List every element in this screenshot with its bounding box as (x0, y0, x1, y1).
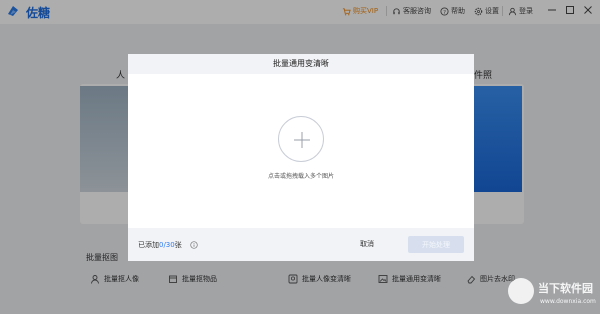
added-prefix: 已添加 (138, 241, 159, 249)
watermark-text: 当下软件园 (538, 282, 593, 295)
info-icon[interactable] (190, 241, 198, 249)
plus-icon (294, 132, 310, 148)
dialog-footer: 已添加 0/30 张 取消 开始处理 (128, 228, 474, 261)
added-count-value: 0/30 (159, 241, 175, 249)
watermark: 当下软件园 www.downxia.com (508, 276, 596, 310)
start-processing-button[interactable]: 开始处理 (408, 236, 464, 253)
watermark-logo-icon (508, 278, 534, 304)
dialog-title: 批量通用变清晰 (128, 54, 474, 74)
upload-hint: 点击或拖拽载入多个图片 (267, 173, 334, 180)
cancel-button[interactable]: 取消 (360, 239, 374, 249)
added-count: 已添加 0/30 张 (138, 240, 198, 250)
added-suffix: 张 (174, 241, 182, 249)
batch-enhance-dialog: 批量通用变清晰 点击或拖拽载入多个图片 已添加 0/30 张 取消 开始处理 (128, 54, 474, 261)
watermark-url: www.downxia.com (540, 298, 596, 305)
add-images-button[interactable] (278, 116, 324, 162)
